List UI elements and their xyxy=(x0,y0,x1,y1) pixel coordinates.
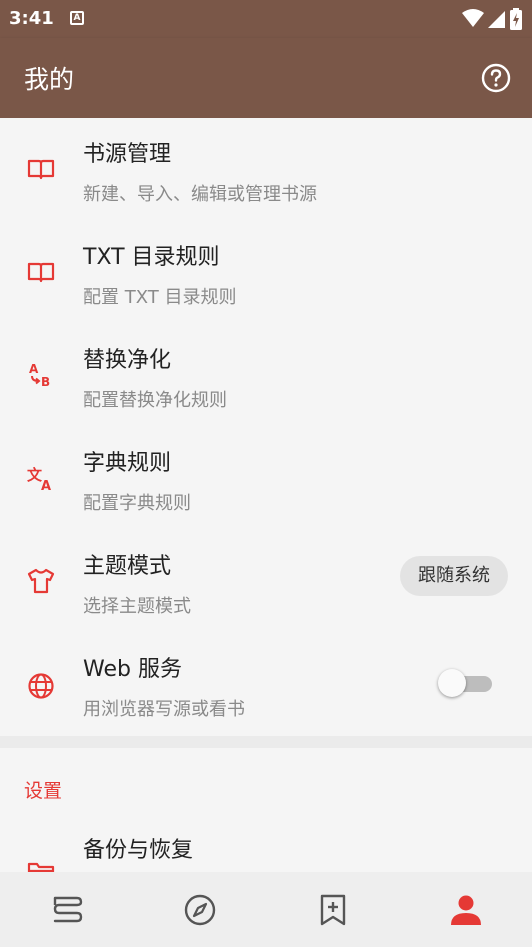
item-subtitle: 配置 TXT 目录规则 xyxy=(83,287,237,308)
item-txt-toc-rule[interactable]: TXT 目录规则 配置 TXT 目录规则 xyxy=(0,221,532,324)
item-subtitle: 新建、导入、编辑或管理书源 xyxy=(83,184,317,205)
signal-icon xyxy=(488,11,505,28)
nav-discover[interactable] xyxy=(133,872,266,947)
page-title: 我的 xyxy=(24,65,75,94)
theme-mode-chip[interactable]: 跟随系统 xyxy=(400,556,508,596)
item-title: Web 服务 xyxy=(83,657,182,682)
item-title: TXT 目录规则 xyxy=(83,245,220,270)
replace-ab-icon: A B xyxy=(26,360,56,390)
book-open-icon xyxy=(26,257,56,287)
web-service-switch[interactable] xyxy=(438,669,494,697)
status-bar: 3:41 A xyxy=(0,0,532,38)
switch-thumb xyxy=(438,669,466,697)
status-icons xyxy=(462,8,522,30)
item-subtitle: 选择主题模式 xyxy=(83,596,191,617)
item-theme-mode[interactable]: 主题模式 选择主题模式 跟随系统 xyxy=(0,530,532,633)
app-bar: 我的 xyxy=(0,38,532,118)
book-open-icon xyxy=(26,154,56,184)
bottom-navigation xyxy=(0,872,532,947)
folder-icon xyxy=(26,858,56,872)
section-header-label: 设置 xyxy=(24,780,63,802)
tshirt-icon xyxy=(26,566,56,596)
main-section: 书源管理 新建、导入、编辑或管理书源 TXT 目录规则 配置 TXT 目录规则 … xyxy=(0,118,532,736)
item-web-service[interactable]: Web 服务 用浏览器写源或看书 xyxy=(0,633,532,736)
nav-bookshelf[interactable] xyxy=(0,872,133,947)
section-header: 设置 xyxy=(0,748,532,814)
content-list[interactable]: 书源管理 新建、导入、编辑或管理书源 TXT 目录规则 配置 TXT 目录规则 … xyxy=(0,118,532,872)
item-replace-purify[interactable]: A B 替换净化 配置替换净化规则 xyxy=(0,324,532,427)
svg-text:A: A xyxy=(29,362,39,376)
item-backup-restore[interactable]: 备份与恢复 xyxy=(0,814,532,872)
item-title: 备份与恢复 xyxy=(83,838,194,863)
status-time: 3:41 xyxy=(9,8,54,29)
item-book-source[interactable]: 书源管理 新建、导入、编辑或管理书源 xyxy=(0,118,532,221)
nav-my[interactable] xyxy=(399,872,532,947)
globe-icon xyxy=(26,671,56,701)
wifi-icon xyxy=(462,9,484,27)
person-icon xyxy=(450,895,481,925)
translate-icon: 文 A xyxy=(26,463,56,493)
item-title: 字典规则 xyxy=(83,451,172,476)
svg-text:A: A xyxy=(41,479,51,493)
notification-icon: A xyxy=(70,11,84,25)
item-title: 书源管理 xyxy=(83,142,172,167)
item-subtitle: 配置字典规则 xyxy=(83,493,191,514)
item-subtitle: 用浏览器写源或看书 xyxy=(83,699,245,720)
item-title: 主题模式 xyxy=(83,554,172,579)
bookshelf-icon xyxy=(53,896,82,922)
item-title: 替换净化 xyxy=(83,348,172,373)
compass-icon xyxy=(184,894,215,925)
help-circle-icon[interactable] xyxy=(480,62,512,94)
item-dict-rule[interactable]: 文 A 字典规则 配置字典规则 xyxy=(0,427,532,530)
svg-text:B: B xyxy=(41,375,50,389)
bookmark-add-icon xyxy=(320,894,345,925)
settings-section: 设置 备份与恢复 xyxy=(0,748,532,872)
section-divider xyxy=(0,736,532,748)
item-subtitle: 配置替换净化规则 xyxy=(83,390,227,411)
battery-icon xyxy=(510,8,522,30)
nav-bookmarks[interactable] xyxy=(266,872,399,947)
